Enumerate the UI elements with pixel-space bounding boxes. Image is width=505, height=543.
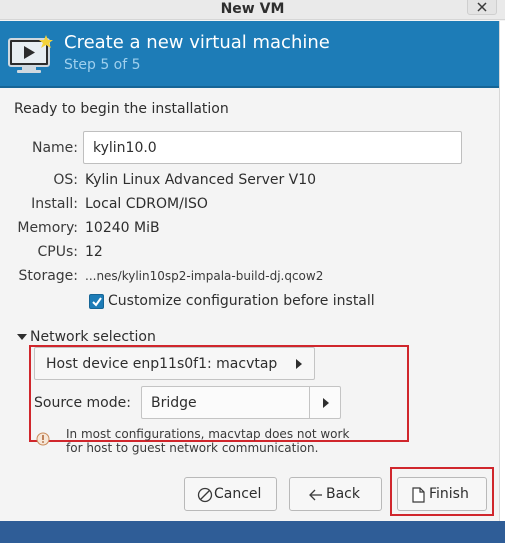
select-divider: [309, 387, 310, 418]
window-close-button[interactable]: [467, 0, 497, 15]
info-line-2: for host to guest network communication.: [66, 441, 319, 455]
host-device-value: Host device enp11s0f1: macvtap: [46, 356, 278, 372]
install-label: Install:: [31, 196, 78, 212]
window-title: New VM: [220, 1, 285, 17]
macvtap-info-text: In most configurations, macvtap does not…: [66, 427, 349, 455]
memory-value: 10240 MiB: [85, 220, 160, 236]
info-icon: [36, 432, 50, 446]
cpus-label: CPUs:: [37, 244, 78, 260]
checkmark-icon: [92, 297, 102, 307]
wizard-header: Create a new virtual machine Step 5 of 5: [0, 21, 499, 88]
name-field[interactable]: [83, 131, 462, 164]
cpus-value: 12: [85, 244, 103, 260]
info-line-1: In most configurations, macvtap does not…: [66, 427, 350, 441]
title-bar: New VM: [0, 0, 505, 20]
customize-checkbox-label[interactable]: Customize configuration before install: [108, 293, 375, 309]
storage-value: ...nes/kylin10sp2-impala-build-dj.qcow2: [85, 269, 324, 283]
back-arrow-icon: [309, 489, 322, 501]
taskbar-strip: [0, 521, 505, 543]
install-value: Local CDROM/ISO: [85, 196, 208, 212]
back-button[interactable]: Back: [289, 477, 382, 511]
os-label: OS:: [53, 172, 78, 188]
new-vm-window: New VM Create a new virtual machine Step…: [0, 0, 505, 543]
host-device-dropdown[interactable]: Host device enp11s0f1: macvtap: [34, 347, 315, 380]
network-selection-label[interactable]: Network selection: [30, 329, 156, 345]
name-label: Name:: [31, 140, 78, 156]
cancel-icon: [197, 487, 213, 503]
memory-label: Memory:: [17, 220, 78, 236]
wizard-step: Step 5 of 5: [64, 57, 141, 73]
document-icon: [412, 487, 425, 503]
dropdown-arrow-icon: [296, 359, 302, 369]
virtual-machine-icon: [8, 35, 53, 73]
wizard-heading: Create a new virtual machine: [64, 32, 330, 53]
expander-arrow-icon: [17, 334, 27, 340]
os-value: Kylin Linux Advanced Server V10: [85, 172, 317, 188]
customize-checkbox[interactable]: [89, 294, 104, 309]
ready-heading: Ready to begin the installation: [14, 101, 229, 117]
dropdown-arrow-icon: [323, 398, 329, 408]
window-edge: [499, 21, 505, 521]
source-mode-value: Bridge: [151, 395, 197, 411]
storage-label: Storage:: [18, 268, 79, 284]
source-mode-label: Source mode:: [34, 395, 131, 411]
cancel-button-label: Cancel: [214, 486, 262, 502]
back-button-label: Back: [326, 486, 360, 502]
finish-button-label: Finish: [429, 486, 469, 502]
cancel-button[interactable]: Cancel: [184, 477, 277, 511]
finish-button[interactable]: Finish: [397, 477, 487, 511]
close-icon: [477, 2, 487, 12]
source-mode-select[interactable]: Bridge: [141, 386, 341, 419]
